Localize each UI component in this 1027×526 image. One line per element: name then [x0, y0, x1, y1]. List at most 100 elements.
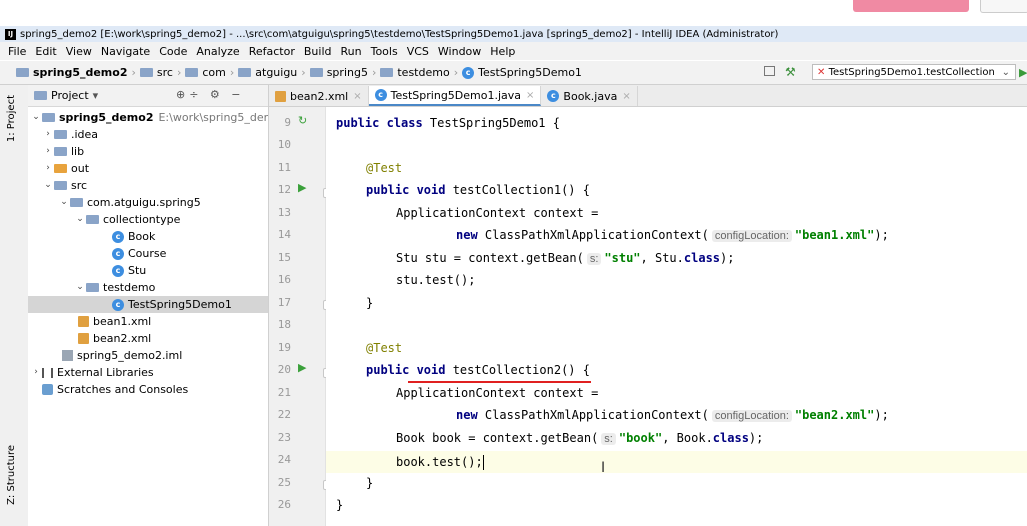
expand-arrow-icon[interactable]: ⌄: [74, 211, 86, 228]
breadcrumb-com[interactable]: com: [202, 66, 226, 79]
tree-label: out: [71, 162, 90, 175]
folder-icon: [238, 68, 252, 77]
tab-testspring5demo1-java[interactable]: c TestSpring5Demo1.java ×: [368, 86, 542, 106]
menu-code[interactable]: Code: [159, 45, 187, 58]
tree-item-course[interactable]: c Course: [112, 245, 166, 262]
overlay-pink-button[interactable]: [853, 0, 969, 12]
breadcrumb-spring5[interactable]: spring5: [327, 66, 368, 79]
collapse-arrow-icon[interactable]: ›: [42, 126, 54, 143]
collapse-arrow-icon[interactable]: ›: [42, 143, 54, 160]
expand-arrow-icon[interactable]: ⌄: [30, 109, 42, 126]
project-tool-tab[interactable]: 1: Project: [6, 95, 17, 142]
run-configuration-select[interactable]: ✕ TestSpring5Demo1.testCollection ⌄: [812, 64, 1016, 80]
tree-item-stu[interactable]: c Stu: [112, 262, 146, 279]
expand-arrow-icon[interactable]: ⌄: [58, 194, 70, 211]
run-test-gutter-icon[interactable]: ▶: [298, 181, 306, 194]
run-test-gutter-icon[interactable]: ▶: [298, 361, 306, 374]
code-line-15: Stu stu = context.getBean(s: "stu", Stu.c…: [396, 251, 735, 265]
collapse-arrow-icon[interactable]: ›: [42, 160, 54, 177]
tree-item-package[interactable]: ⌄ com.atguigu.spring5: [58, 194, 201, 211]
breadcrumb-project[interactable]: spring5_demo2: [33, 66, 127, 79]
xml-file-icon: [78, 333, 89, 344]
menu-navigate[interactable]: Navigate: [101, 45, 150, 58]
breadcrumb-testdemo[interactable]: testdemo: [397, 66, 449, 79]
junit-config-icon: ✕: [817, 67, 826, 78]
tree-label: .idea: [71, 128, 99, 141]
menu-build[interactable]: Build: [304, 45, 332, 58]
menu-analyze[interactable]: Analyze: [196, 45, 239, 58]
breadcrumb-src[interactable]: src: [157, 66, 173, 79]
line-number: 13: [277, 206, 291, 219]
line-number: 18: [277, 318, 291, 331]
line-number: 21: [277, 386, 291, 399]
tree-item-collectiontype[interactable]: ⌄ collectiontype: [74, 211, 180, 228]
window-title: spring5_demo2 [E:\work\spring5_demo2] - …: [20, 28, 779, 40]
collapse-arrow-icon[interactable]: ›: [30, 364, 42, 381]
expand-arrow-icon[interactable]: ⌄: [74, 279, 86, 296]
tab-bean2-xml[interactable]: bean2.xml ×: [269, 86, 369, 106]
package-icon: [86, 283, 99, 292]
chevron-down-icon: ⌄: [1001, 67, 1010, 78]
code-line-23: Book book = context.getBean(s: "book", Bo…: [396, 431, 764, 445]
folder-icon: [380, 68, 394, 77]
tree-item-iml[interactable]: spring5_demo2.iml: [62, 347, 182, 364]
top-strip: [0, 0, 1027, 22]
menu-window[interactable]: Window: [438, 45, 481, 58]
menu-run[interactable]: Run: [341, 45, 362, 58]
tree-item-bean1[interactable]: bean1.xml: [78, 313, 151, 330]
menu-refactor[interactable]: Refactor: [249, 45, 295, 58]
tree-item-out[interactable]: › out: [42, 160, 89, 177]
line-number: 10: [277, 138, 291, 151]
code-editor[interactable]: public class TestSpring5Demo1 { @Test pu…: [326, 107, 1027, 526]
build-hammer-icon[interactable]: ⚒: [785, 65, 796, 79]
run-icon[interactable]: ▶: [1019, 66, 1027, 79]
tree-item-src[interactable]: ⌄ src: [42, 177, 87, 194]
panel-toolbar-icons[interactable]: ⊕÷ ⚙ −: [176, 88, 245, 101]
tree-label: Scratches and Consoles: [57, 383, 189, 396]
menu-bar: File Edit View Navigate Code Analyze Ref…: [0, 42, 1027, 60]
tree-item-testdemo[interactable]: ⌄ testdemo: [74, 279, 155, 296]
expand-arrow-icon[interactable]: ⌄: [42, 177, 54, 194]
code-line-16: stu.test();: [396, 273, 476, 287]
tree-item-root[interactable]: ⌄ spring5_demo2 E:\work\spring5_demo2: [30, 109, 268, 126]
tab-book-java[interactable]: c Book.java ×: [541, 86, 638, 106]
tree-label: bean1.xml: [93, 315, 152, 328]
xml-file-icon: [78, 316, 89, 327]
close-icon[interactable]: ×: [353, 91, 361, 102]
menu-tools[interactable]: Tools: [371, 45, 398, 58]
menu-help[interactable]: Help: [490, 45, 515, 58]
line-number: 22: [277, 408, 291, 421]
tree-item-bean2[interactable]: bean2.xml: [78, 330, 151, 347]
class-icon: c: [374, 89, 387, 101]
close-icon[interactable]: ×: [622, 91, 630, 102]
overlay-gray-button[interactable]: [980, 0, 1027, 13]
menu-view[interactable]: View: [66, 45, 92, 58]
tree-item-lib[interactable]: › lib: [42, 143, 84, 160]
left-tool-strip: 1: Project Z: Structure: [0, 85, 29, 526]
code-line-12: public void testCollection1() {: [366, 183, 590, 197]
menu-edit[interactable]: Edit: [35, 45, 56, 58]
tree-item-scratches[interactable]: Scratches and Consoles: [42, 381, 188, 398]
code-line-25: }: [366, 476, 374, 490]
menu-vcs[interactable]: VCS: [407, 45, 429, 58]
tree-item-testspring5demo1[interactable]: c TestSpring5Demo1: [28, 296, 268, 313]
class-icon: c: [112, 298, 124, 311]
tree-path: E:\work\spring5_demo2: [158, 111, 268, 124]
tree-item-book[interactable]: c Book: [112, 228, 155, 245]
tree-item-idea[interactable]: › .idea: [42, 126, 98, 143]
package-icon: [70, 198, 83, 207]
tree-item-external-libraries[interactable]: › External Libraries: [30, 364, 153, 381]
project-view-select[interactable]: Project: [51, 89, 89, 102]
line-number: 20: [277, 363, 291, 376]
structure-tool-tab[interactable]: Z: Structure: [6, 445, 17, 505]
line-number: 17: [277, 296, 291, 309]
breadcrumb-atguigu[interactable]: atguigu: [255, 66, 297, 79]
code-line-22: new ClassPathXmlApplicationContext(confi…: [456, 408, 889, 422]
run-class-gutter-icon[interactable]: ↻: [298, 114, 307, 127]
code-line-9: public class TestSpring5Demo1 {: [336, 116, 560, 130]
breadcrumb-class[interactable]: TestSpring5Demo1: [478, 66, 582, 79]
layout-icon[interactable]: [764, 66, 775, 76]
menu-file[interactable]: File: [8, 45, 26, 58]
close-icon[interactable]: ×: [526, 90, 534, 101]
parameter-hint: configLocation:: [711, 410, 792, 422]
